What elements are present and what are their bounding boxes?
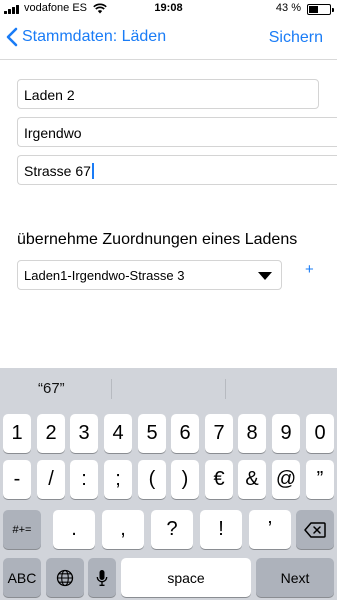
- battery-percent: 43 %: [275, 2, 301, 14]
- next-key[interactable]: Next: [256, 558, 334, 597]
- text-cursor: [91, 163, 94, 179]
- key-euro[interactable]: €: [205, 460, 233, 499]
- abc-key[interactable]: ABC: [3, 558, 41, 597]
- keyboard: “67” 1 2 3 4 5 6 7 8 9 0 - / : ; ( ) € &…: [0, 368, 337, 600]
- key-at[interactable]: @: [272, 460, 300, 499]
- street-value: Strasse 67: [24, 163, 91, 179]
- key-close-paren[interactable]: ): [171, 460, 199, 499]
- delete-key[interactable]: [296, 510, 334, 549]
- save-button[interactable]: Sichern: [269, 29, 323, 47]
- key-hyphen[interactable]: -: [3, 460, 31, 499]
- key-colon[interactable]: :: [70, 460, 98, 499]
- add-button[interactable]: +: [305, 261, 314, 278]
- key-apostrophe[interactable]: ’: [249, 510, 291, 549]
- chevron-left-icon: [6, 27, 18, 47]
- key-0[interactable]: 0: [306, 414, 334, 453]
- status-bar: vodafone ES 19:08 43 %: [0, 0, 337, 18]
- prediction-bar: “67”: [0, 368, 337, 406]
- street-field[interactable]: Strasse 67: [17, 155, 337, 185]
- assignment-section-label: übernehme Zuordnungen eines Ladens: [17, 231, 298, 248]
- assignment-select[interactable]: Laden1-Irgendwo-Strasse 3: [17, 260, 282, 290]
- store-name-value: Laden 2: [24, 87, 75, 103]
- key-period[interactable]: .: [53, 510, 95, 549]
- prediction-divider: [225, 379, 226, 399]
- battery-icon: [307, 4, 334, 15]
- key-question[interactable]: ?: [151, 510, 193, 549]
- back-button[interactable]: Stammdaten: Läden: [6, 27, 166, 47]
- key-4[interactable]: 4: [104, 414, 132, 453]
- dropdown-caret-icon: [258, 272, 272, 280]
- key-6[interactable]: 6: [171, 414, 199, 453]
- city-field[interactable]: Irgendwo: [17, 117, 337, 147]
- prediction-suggestion[interactable]: “67”: [38, 380, 65, 397]
- globe-icon: [56, 569, 74, 586]
- key-3[interactable]: 3: [70, 414, 98, 453]
- prediction-divider: [111, 379, 112, 399]
- space-key[interactable]: space: [121, 558, 251, 597]
- dictation-key[interactable]: [88, 558, 116, 597]
- symbols-toggle-key[interactable]: #+=: [3, 510, 41, 549]
- key-open-paren[interactable]: (: [138, 460, 166, 499]
- city-value: Irgendwo: [24, 125, 82, 141]
- microphone-icon: [96, 569, 108, 586]
- key-2[interactable]: 2: [37, 414, 65, 453]
- key-ampersand[interactable]: &: [238, 460, 266, 499]
- key-9[interactable]: 9: [272, 414, 300, 453]
- key-slash[interactable]: /: [37, 460, 65, 499]
- key-1[interactable]: 1: [3, 414, 31, 453]
- key-7[interactable]: 7: [205, 414, 233, 453]
- key-8[interactable]: 8: [238, 414, 266, 453]
- store-name-field[interactable]: Laden 2: [17, 79, 319, 109]
- key-comma[interactable]: ,: [102, 510, 144, 549]
- key-semicolon[interactable]: ;: [104, 460, 132, 499]
- back-button-label: Stammdaten: Läden: [22, 28, 167, 45]
- backspace-icon: [304, 521, 326, 538]
- key-5[interactable]: 5: [138, 414, 166, 453]
- assignment-selected-value: Laden1-Irgendwo-Strasse 3: [24, 268, 185, 283]
- navigation-bar: Stammdaten: Läden Sichern: [0, 18, 337, 60]
- key-quote[interactable]: ”: [306, 460, 334, 499]
- key-exclamation[interactable]: !: [200, 510, 242, 549]
- globe-key[interactable]: [46, 558, 84, 597]
